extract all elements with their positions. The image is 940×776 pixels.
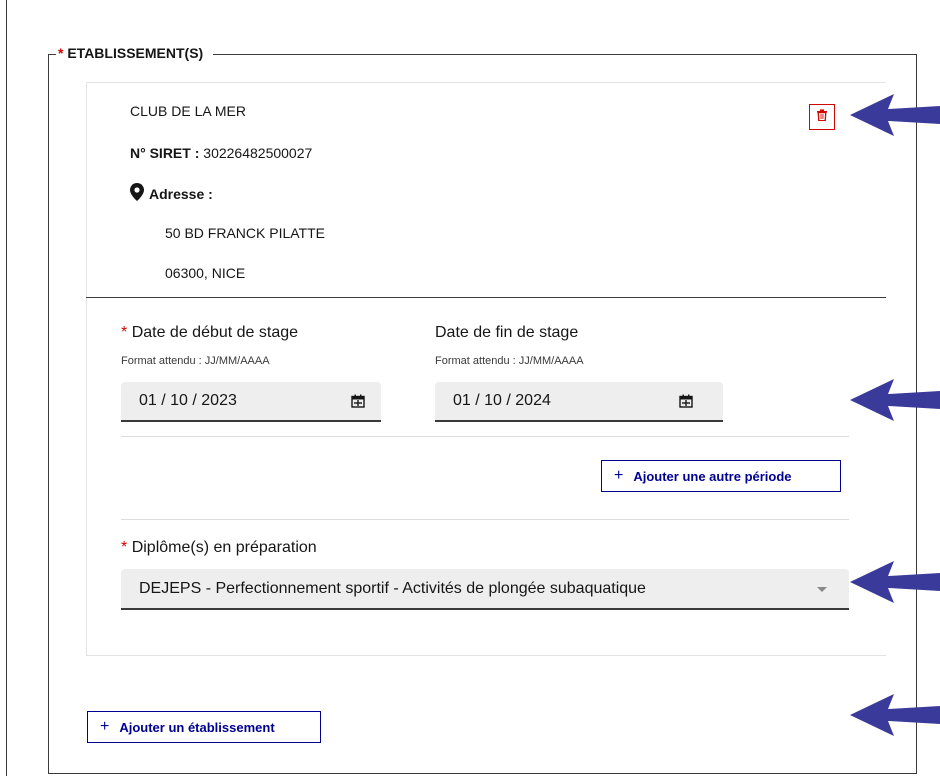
end-date-input[interactable]: 01 / 10 / 2024 [435, 382, 723, 422]
trash-icon [816, 108, 828, 126]
calendar-icon[interactable] [351, 394, 365, 413]
period-divider [121, 436, 849, 437]
end-date-label: Date de fin de stage [435, 324, 579, 341]
diploma-label: * Diplôme(s) en préparation [121, 539, 317, 557]
siret-row: N° SIRET : 30226482500027 [130, 145, 312, 161]
fieldset-legend: * ETABLISSEMENT(S) [56, 42, 214, 64]
diploma-select[interactable]: DEJEPS - Perfectionnement sportif - Acti… [121, 569, 849, 610]
required-mark: * [121, 324, 128, 341]
diploma-selected-value: DEJEPS - Perfectionnement sportif - Acti… [139, 579, 646, 597]
fieldset-corner-tick [916, 54, 917, 62]
required-mark: * [121, 539, 128, 556]
add-period-button[interactable]: + Ajouter une autre période [601, 460, 841, 492]
address-line-2: 06300, NICE [165, 265, 246, 281]
plus-icon: + [100, 718, 110, 735]
annotation-arrow-icon [850, 379, 940, 421]
add-establishment-label: Ajouter un établissement [119, 719, 275, 735]
siret-label: N° SIRET : [130, 145, 200, 161]
calendar-icon[interactable] [679, 394, 693, 413]
legend-text: ETABLISSEMENT(S) [67, 45, 204, 61]
chevron-down-icon [817, 587, 827, 592]
address-label: Adresse : [149, 185, 213, 202]
card-bottom-border [86, 655, 886, 656]
delete-establishment-button[interactable] [809, 104, 835, 130]
annotation-arrow-icon [850, 94, 940, 136]
address-line-1: 50 BD FRANCK PILATTE [165, 225, 326, 241]
add-establishment-button[interactable]: + Ajouter un établissement [87, 711, 321, 743]
required-mark: * [58, 45, 64, 61]
location-pin-icon [130, 183, 144, 204]
start-date-label: * Date de début de stage [121, 324, 298, 342]
diploma-label-text: Diplôme(s) en préparation [131, 539, 317, 556]
card-left-border [86, 82, 87, 656]
end-date-value: 01 / 10 / 2024 [453, 392, 551, 409]
diploma-divider [121, 519, 849, 520]
add-period-label: Ajouter une autre période [633, 468, 792, 484]
siret-value: 30226482500027 [203, 145, 313, 161]
annotation-arrow-icon [850, 561, 940, 603]
plus-icon: + [614, 467, 624, 484]
page-left-rule [6, 0, 7, 776]
start-date-label-text: Date de début de stage [131, 324, 299, 341]
start-date-hint: Format attendu : JJ/MM/AAAA [121, 355, 270, 367]
start-date-value: 01 / 10 / 2023 [139, 392, 237, 409]
card-divider [86, 297, 886, 298]
annotation-arrow-icon [850, 694, 940, 736]
card-top-border [86, 82, 886, 83]
address-row: Adresse : [130, 183, 213, 204]
start-date-input[interactable]: 01 / 10 / 2023 [121, 382, 381, 422]
establishment-name: CLUB DE LA MER [130, 103, 246, 119]
end-date-hint: Format attendu : JJ/MM/AAAA [435, 355, 584, 367]
